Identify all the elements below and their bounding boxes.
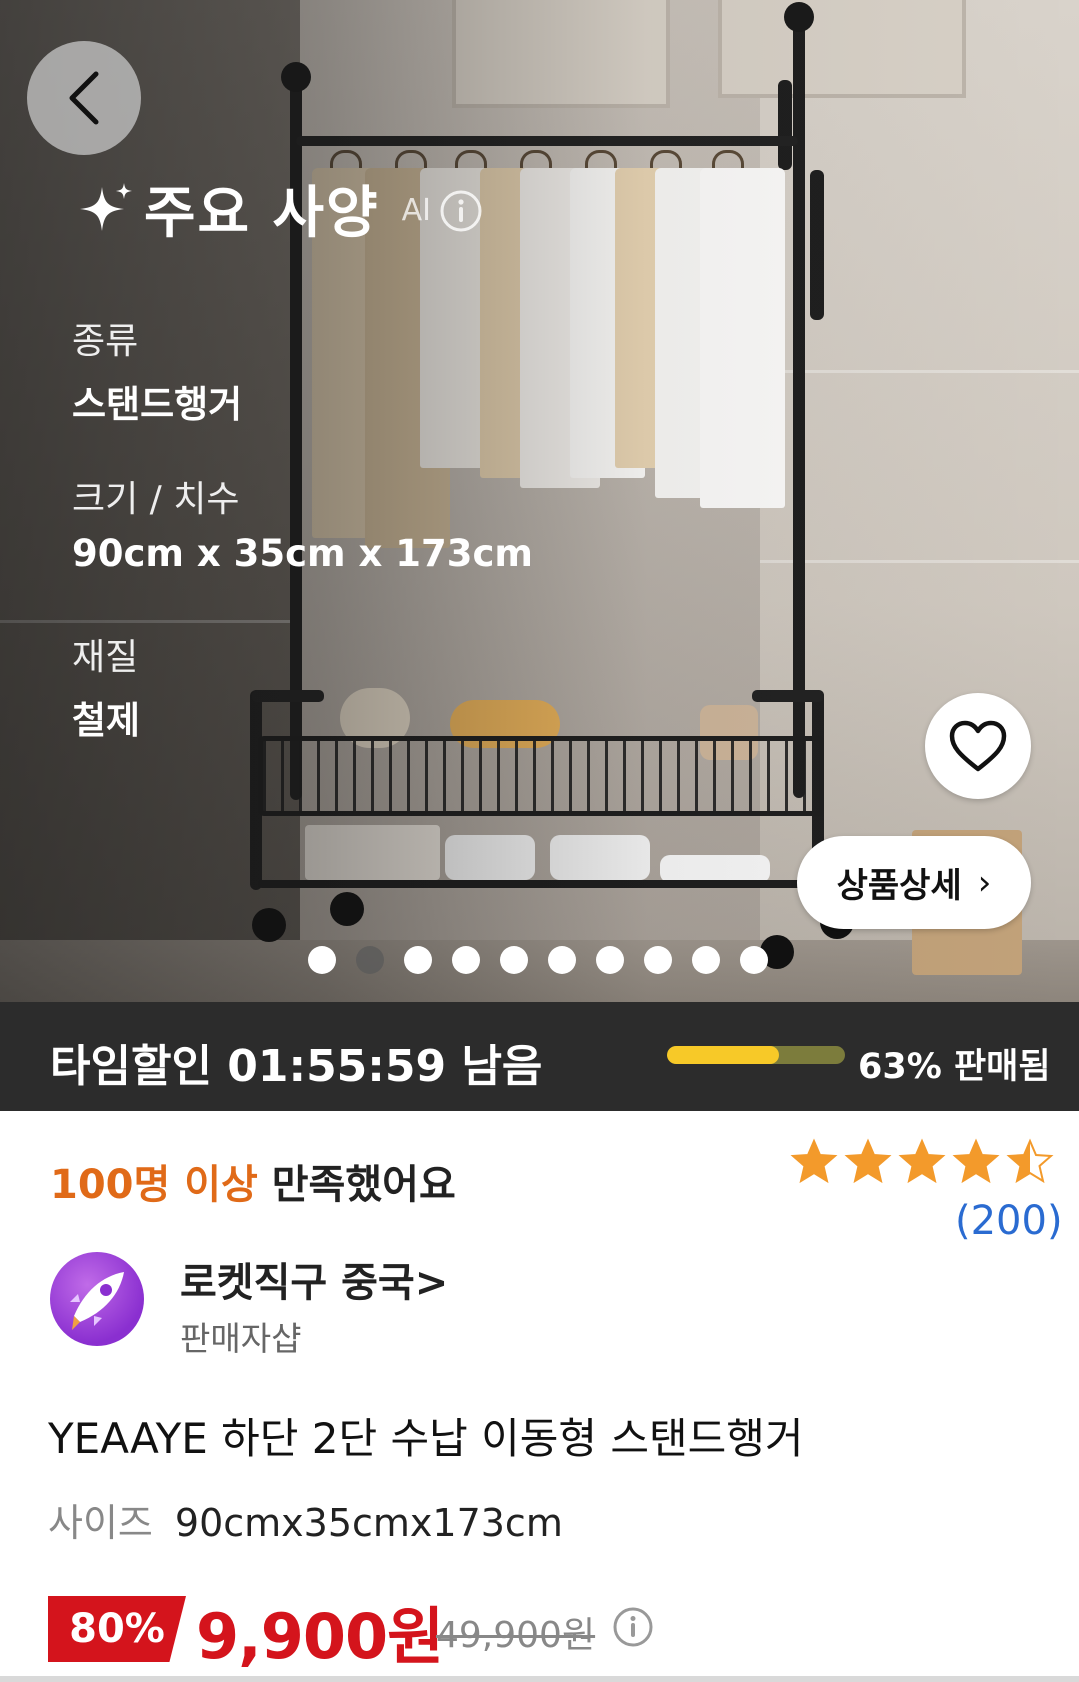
- star-rating[interactable]: [790, 1138, 1054, 1184]
- satisfaction-rest: 만족했어요: [257, 1162, 456, 1208]
- carousel-dot-active[interactable]: [356, 946, 384, 974]
- wishlist-button[interactable]: [925, 693, 1031, 799]
- spec-value-type: 스탠드행거: [72, 383, 243, 426]
- size-value: 90cmx35cmx173cm: [174, 1501, 563, 1545]
- product-detail-label: 상품상세: [836, 866, 962, 906]
- sparkle-icon: [80, 182, 132, 231]
- back-button[interactable]: [27, 41, 141, 155]
- ai-badge: AI: [401, 193, 431, 228]
- review-count[interactable]: (200): [955, 1198, 1063, 1244]
- info-icon[interactable]: [439, 189, 483, 233]
- seller-name-link[interactable]: 로켓직구 중국>: [180, 1250, 448, 1308]
- chevron-left-icon: [69, 71, 99, 125]
- time-sale-bar: 타임할인 01:55:59 남음 63% 판매됨: [0, 1002, 1079, 1111]
- carousel-dot[interactable]: [596, 946, 624, 974]
- product-image-carousel[interactable]: 주요 사양 AI 종류 스탠드행거 크기 / 치수 90cm x 35cm x …: [0, 0, 1079, 1002]
- satisfaction-highlight: 100명 이상: [50, 1162, 258, 1208]
- spec-value-size: 90cm x 35cm x 173cm: [72, 532, 533, 575]
- seller-name: 로켓직구 중국: [180, 1260, 415, 1306]
- sold-percent: 63% 판매됨: [858, 1047, 1051, 1087]
- spec-header: 주요 사양 AI: [78, 168, 483, 249]
- carousel-dot[interactable]: [644, 946, 672, 974]
- sale-price: 9,900원: [196, 1600, 444, 1673]
- product-title: YEAAYE 하단 2단 수납 이동형 스탠드행거: [48, 1414, 804, 1463]
- info-icon[interactable]: [612, 1606, 654, 1648]
- spec-label-size: 크기 / 치수: [72, 479, 240, 520]
- spec-title: 주요 사양: [144, 181, 380, 246]
- spec-value-material: 철제: [72, 699, 141, 742]
- carousel-dot[interactable]: [404, 946, 432, 974]
- star-full-icon: [952, 1138, 1000, 1184]
- spec-label-type: 종류: [72, 321, 139, 362]
- carousel-dot[interactable]: [308, 946, 336, 974]
- discount-badge: 80%: [48, 1596, 186, 1662]
- carousel-indicator: [308, 946, 768, 974]
- seller-shop-label: 판매자샵: [180, 1319, 302, 1358]
- carousel-dot[interactable]: [548, 946, 576, 974]
- sold-progress-fill: [667, 1046, 780, 1064]
- heart-icon: [949, 720, 1007, 772]
- star-full-icon: [898, 1138, 946, 1184]
- product-detail-button[interactable]: 상품상세 ›: [797, 836, 1031, 929]
- carousel-dot[interactable]: [692, 946, 720, 974]
- rocket-icon: [70, 1272, 124, 1330]
- size-option[interactable]: 사이즈 90cmx35cmx173cm: [48, 1492, 563, 1547]
- seller-avatar[interactable]: [50, 1252, 144, 1346]
- divider: [0, 1676, 1079, 1682]
- carousel-dot[interactable]: [740, 946, 768, 974]
- star-full-icon: [844, 1138, 892, 1184]
- carousel-dot[interactable]: [500, 946, 528, 974]
- spec-label-material: 재질: [72, 637, 139, 678]
- star-full-icon: [790, 1138, 838, 1184]
- satisfaction-text: 100명 이상 만족했어요: [50, 1152, 456, 1210]
- carousel-dot[interactable]: [452, 946, 480, 974]
- chevron-right-icon: >: [414, 1260, 449, 1306]
- time-sale-countdown: 타임할인 01:55:59 남음: [50, 1041, 543, 1092]
- original-price: 49,900원: [436, 1615, 596, 1656]
- star-half-icon: [1006, 1138, 1054, 1184]
- chevron-right-icon: ›: [977, 862, 992, 903]
- sold-progress-bar: [667, 1046, 845, 1064]
- size-label: 사이즈: [48, 1501, 153, 1545]
